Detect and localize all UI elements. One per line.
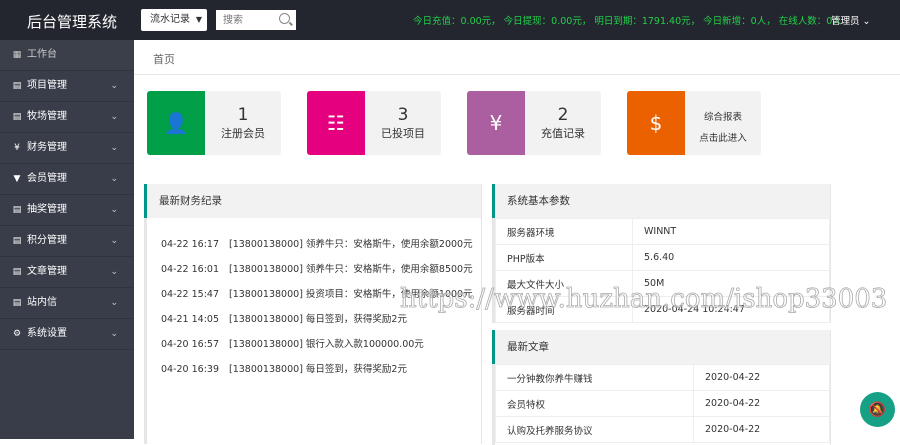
document-icon: ▤ [12,236,22,246]
chevron-down-icon: ⌄ [110,205,118,215]
sidebar-item[interactable]: ▤ 项目管理 ⌄ [0,71,134,102]
chevron-down-icon: ⌄ [110,112,118,122]
shield-icon: ▼ [13,174,21,184]
list-item: 04-22 16:17 [13800138000] 领养牛只：安格斯牛，使用余额2… [161,239,473,250]
document-icon: ▤ [12,267,22,277]
chevron-down-icon: ⌄ [110,174,118,184]
chevron-down-icon: ⌄ [110,329,118,339]
articles-panel: 最新文章 一分钟教你养牛赚钱 2020-04-22 会员特权 2020-04-22 认购… [492,330,831,445]
app-title: 后台管理系统 [27,13,118,31]
stats-summary: 今日充值：0.00元， 今日提现：0.00元， 明日到期：1791.40元， 今… [413,16,842,27]
list-item: 04-22 15:47 [13800138000] 投资项目：安格斯牛，使用余额1… [161,289,473,300]
yen-icon: ¥ [14,143,20,153]
sidebar-item[interactable]: ▤ 站内信 ⌄ [0,288,134,319]
floating-action-button[interactable]: 🔕 [860,392,895,427]
chevron-down-icon: ⌄ [110,267,118,277]
user-icon: 👤 [147,91,205,155]
document-icon: ▤ [12,112,22,122]
table-row: 服务器时间 2020-04-24 10:24:47 [495,296,830,323]
sidebar-item[interactable]: ▤ 积分管理 ⌄ [0,226,134,257]
dashboard-icon: ▦ [12,50,22,60]
document-icon: ▤ [12,205,22,215]
notepad-icon: ☷ [307,91,365,155]
chevron-down-icon: ⌄ [110,298,118,308]
list-item: 04-20 16:39 [13800138000] 每日签到，获得奖励2元 [161,364,407,375]
sidebar: ▦ 工作台 ▤ 项目管理 ⌄ ▤ 牧场管理 ⌄ ¥ 财务管理 ⌄ ▼ 会员管理 ⌄ ▤ 抽奖管理 ⌄ ▤ 积分管理 ⌄… [0,40,134,439]
stat-card[interactable]: ☷ 3 已投项目 [307,91,441,155]
stat-card[interactable]: ¥2 充值记录 [467,91,601,155]
recharge-icon: ¥ [467,91,525,155]
table-row: 服务器环境 WINNT [495,218,830,245]
breadcrumb[interactable]: 首页 [134,40,900,75]
chevron-down-icon: ⌄ [859,16,871,27]
document-icon: ▤ [12,81,22,91]
sidebar-item[interactable]: ▤ 牧场管理 ⌄ [0,102,134,133]
money-bag-icon: $ [627,91,685,155]
stat-card[interactable]: 👤 1 注册会员 [147,91,281,155]
chevron-down-icon: ⌄ [110,236,118,246]
search-icon[interactable] [279,13,290,24]
bell-off-icon: 🔕 [868,401,887,418]
top-bar: 后台管理系统 流水记录▼ 今日充值：0.00元， 今日提现：0.00元， 明日到… [0,0,900,40]
gear-icon: ⚙ [12,329,22,339]
sidebar-item[interactable]: ▤ 文章管理 ⌄ [0,257,134,288]
system-panel: 系统基本参数 服务器环境 WINNT PHP版本 5.6.40 最大文件大小 50M 服务器… [492,184,831,323]
list-item: 04-20 16:57 [13800138000] 银行入款入款100000.00… [161,339,424,350]
table-row: 会员特权 2020-04-22 [495,390,830,417]
chevron-down-icon: ⌄ [110,81,118,91]
chevron-down-icon: ⌄ [110,143,118,153]
table-row: PHP版本 5.6.40 [495,244,830,271]
sidebar-item[interactable]: ▤ 抽奖管理 ⌄ [0,195,134,226]
sidebar-item[interactable]: ▼ 会员管理 ⌄ [0,164,134,195]
admin-menu[interactable]: 管理员 ⌄ [831,13,871,27]
sidebar-item[interactable]: ¥ 财务管理 ⌄ [0,133,134,164]
list-item: 04-21 14:05 [13800138000] 每日签到，获得奖励2元 [161,314,407,325]
stat-card[interactable]: $ 综合报表 点击此进入 [627,91,761,155]
panel-title: 最新财务纪录 [144,184,481,218]
message-icon: ▤ [12,298,22,308]
dropdown-arrow-icon: ▼ [195,15,202,24]
finance-panel: 最新财务纪录 04-22 16:17 [13800138000] 领养牛只：安格斯… [144,184,482,444]
sidebar-item[interactable]: ▦ 工作台 [0,40,134,71]
panel-title: 系统基本参数 [492,184,830,218]
list-item: 04-22 16:01 [13800138000] 领养牛只：安格斯牛，使用余额8… [161,264,473,275]
table-row: 最大文件大小 50M [495,270,830,297]
panel-title: 最新文章 [492,330,830,364]
sidebar-item[interactable]: ⚙ 系统设置 ⌄ [0,319,134,350]
record-type-select[interactable]: 流水记录 ▼ [141,9,207,31]
table-row: 一分钟教你养牛赚钱 2020-04-22 [495,364,830,391]
